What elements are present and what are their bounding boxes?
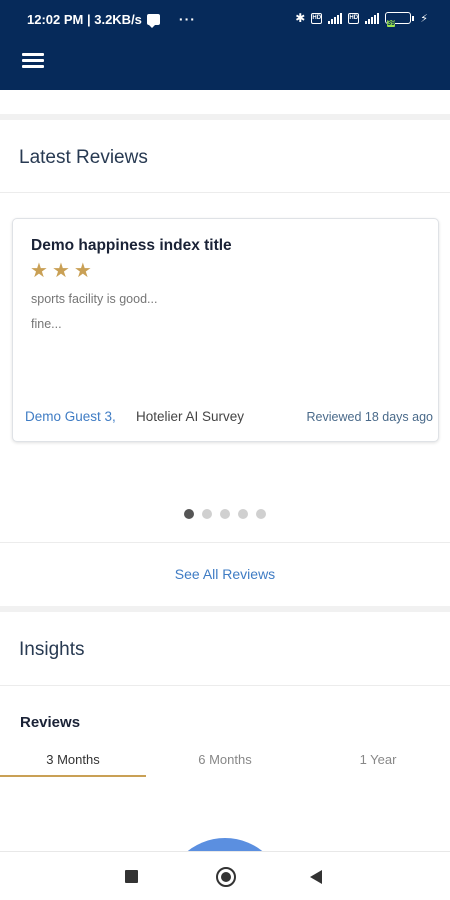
triangle-back-icon[interactable] <box>310 870 322 884</box>
review-text-line-1: sports facility is good... <box>31 292 158 306</box>
message-icon <box>146 13 160 28</box>
circle-home-icon[interactable] <box>216 867 236 887</box>
star-icon: ★ <box>51 260 70 282</box>
carousel-dot[interactable] <box>184 509 194 519</box>
survey-name: Hotelier AI Survey <box>136 409 245 424</box>
more-dots-icon: ··· <box>178 11 196 27</box>
square-recents-icon[interactable] <box>125 870 138 883</box>
tab-3-months[interactable]: 3 Months <box>0 752 146 767</box>
bluetooth-icon: ✱ <box>295 11 306 25</box>
tab-1-year[interactable]: 1 Year <box>305 752 450 767</box>
divider <box>0 685 450 686</box>
status-left: 12:02 PM | 3.2KB/s ··· <box>27 11 196 28</box>
carousel-dot[interactable] <box>256 509 266 519</box>
guest-name-link[interactable]: Demo Guest 3, <box>25 409 116 424</box>
battery-icon: 39 <box>385 12 415 27</box>
review-card[interactable]: Demo happiness index title ★ ★ ★ sports … <box>12 218 439 442</box>
review-text-line-2: fine... <box>31 317 62 331</box>
reviews-subtitle: Reviews <box>20 714 81 731</box>
see-all-reviews-link[interactable]: See All Reviews <box>0 566 450 582</box>
battery-level: 39 <box>387 20 396 27</box>
divider <box>0 542 450 543</box>
period-tabs: 3 Months 6 Months 1 Year <box>0 744 450 778</box>
section-divider <box>0 606 450 612</box>
system-nav-bar <box>0 851 450 900</box>
carousel-dot[interactable] <box>220 509 230 519</box>
carousel-dot[interactable] <box>202 509 212 519</box>
tab-6-months[interactable]: 6 Months <box>152 752 298 767</box>
divider <box>0 192 450 193</box>
section-divider <box>0 114 450 120</box>
bolt-icon: ⚡ <box>420 12 428 25</box>
latest-reviews-title: Latest Reviews <box>19 147 148 168</box>
carousel-dot[interactable] <box>238 509 248 519</box>
status-right: ✱ HD HD 39 ⚡ <box>295 11 428 27</box>
hd-icon: HD <box>311 12 323 24</box>
status-time-speed: 12:02 PM | 3.2KB/s <box>27 11 142 27</box>
active-tab-indicator <box>0 775 146 777</box>
carousel-indicators <box>184 509 266 519</box>
hd-icon-2: HD <box>348 12 360 24</box>
star-icon: ★ <box>30 260 48 282</box>
hamburger-menu-icon[interactable] <box>22 53 44 69</box>
signal-icon <box>328 12 343 24</box>
review-title: Demo happiness index title <box>31 237 232 254</box>
review-time: Reviewed 18 days ago <box>306 410 433 424</box>
app-header: 12:02 PM | 3.2KB/s ··· ✱ HD HD 39 ⚡ <box>0 0 450 90</box>
star-rating: ★ ★ ★ <box>30 260 92 282</box>
star-icon: ★ <box>73 260 92 282</box>
status-bar: 12:02 PM | 3.2KB/s ··· ✱ HD HD 39 ⚡ <box>0 0 450 38</box>
signal-icon-2 <box>365 12 380 24</box>
insights-title: Insights <box>19 639 85 660</box>
